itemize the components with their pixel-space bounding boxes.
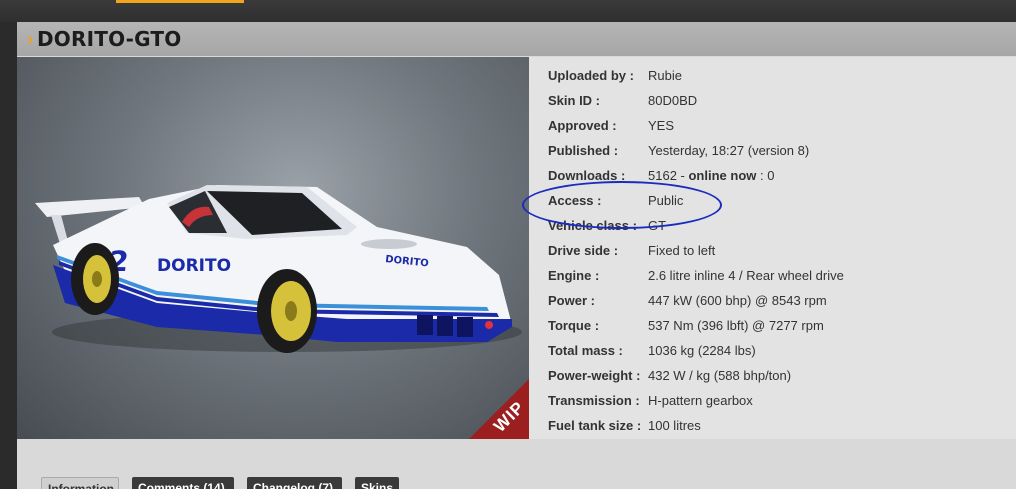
- chevron-right-icon: ›: [27, 28, 33, 49]
- info-value: 80D0BD: [648, 93, 698, 108]
- info-value: 100 litres: [648, 418, 701, 433]
- info-row-power: Power : 447 kW (600 bhp) @ 8543 rpm: [548, 288, 1016, 313]
- title-bar: › DORITO-GTO: [17, 22, 1016, 56]
- info-label: Fuel tank size :: [548, 418, 642, 433]
- info-row-engine: Engine : 2.6 litre inline 4 / Rear wheel…: [548, 263, 1016, 288]
- info-row-published: Published : Yesterday, 18:27 (version 8): [548, 138, 1016, 163]
- info-label: Engine :: [548, 268, 600, 283]
- info-row-fuel-tank: Fuel tank size : 100 litres: [548, 413, 1016, 438]
- online-now-label: online now: [688, 168, 757, 183]
- car-preview-image[interactable]: 12 DORITO DORITO WIP: [17, 57, 529, 439]
- info-label: Power :: [548, 293, 595, 308]
- tab-changelog[interactable]: Changelog (7): [247, 477, 342, 489]
- info-value[interactable]: Rubie: [648, 68, 682, 83]
- car-render: 12 DORITO DORITO: [35, 185, 522, 353]
- skin-panel: › DORITO-GTO 12 DORITO: [17, 22, 1016, 489]
- info-row-power-weight: Power-weight : 432 W / kg (588 bhp/ton): [548, 363, 1016, 388]
- info-value: YES: [648, 118, 675, 133]
- info-row-transmission: Transmission : H-pattern gearbox: [548, 388, 1016, 413]
- svg-text:DORITO: DORITO: [157, 256, 231, 276]
- info-row-torque: Torque : 537 Nm (396 lbft) @ 7277 rpm: [548, 313, 1016, 338]
- tab-bar: Information Comments (14) Changelog (7) …: [17, 455, 1016, 489]
- info-row-approved: Approved : YES: [548, 113, 1016, 138]
- info-value: 537 Nm (396 lbft) @ 7277 rpm: [648, 318, 824, 333]
- info-row-drive-side: Drive side : Fixed to left: [548, 238, 1016, 263]
- info-value: 5162 - online now : 0: [648, 168, 774, 183]
- info-label: Published :: [548, 143, 619, 158]
- top-strip: [0, 0, 1016, 22]
- info-label: Transmission :: [548, 393, 640, 408]
- info-label: Drive side :: [548, 243, 619, 258]
- wip-badge: WIP: [469, 379, 529, 439]
- top-accent-bar: [116, 0, 244, 3]
- skin-info-list: Uploaded by : Rubie Skin ID : 80D0BD App…: [529, 57, 1016, 439]
- info-row-total-mass: Total mass : 1036 kg (2284 lbs): [548, 338, 1016, 363]
- info-value: H-pattern gearbox: [648, 393, 753, 408]
- info-row-skin-id: Skin ID : 80D0BD: [548, 88, 1016, 113]
- info-label: Skin ID :: [548, 93, 601, 108]
- tab-information[interactable]: Information: [41, 477, 119, 489]
- tab-skins[interactable]: Skins: [355, 477, 399, 489]
- downloads-count: 5162 -: [648, 168, 689, 183]
- info-label: Power-weight :: [548, 368, 641, 383]
- info-value: 1036 kg (2284 lbs): [648, 343, 756, 358]
- info-value: 447 kW (600 bhp) @ 8543 rpm: [648, 293, 827, 308]
- info-label: Torque :: [548, 318, 600, 333]
- annotation-circle: [522, 181, 722, 229]
- info-label: Total mass :: [548, 343, 623, 358]
- tab-comments[interactable]: Comments (14): [132, 477, 234, 489]
- info-label: Uploaded by :: [548, 68, 634, 83]
- info-value: Fixed to left: [648, 243, 716, 258]
- online-now-count: : 0: [756, 168, 775, 183]
- info-value: 2.6 litre inline 4 / Rear wheel drive: [648, 268, 844, 283]
- page-title: DORITO-GTO: [37, 27, 182, 51]
- info-row-uploaded-by: Uploaded by : Rubie: [548, 63, 1016, 88]
- info-label: Approved :: [548, 118, 617, 133]
- info-value: Yesterday, 18:27 (version 8): [648, 143, 810, 158]
- info-value: 432 W / kg (588 bhp/ton): [648, 368, 792, 383]
